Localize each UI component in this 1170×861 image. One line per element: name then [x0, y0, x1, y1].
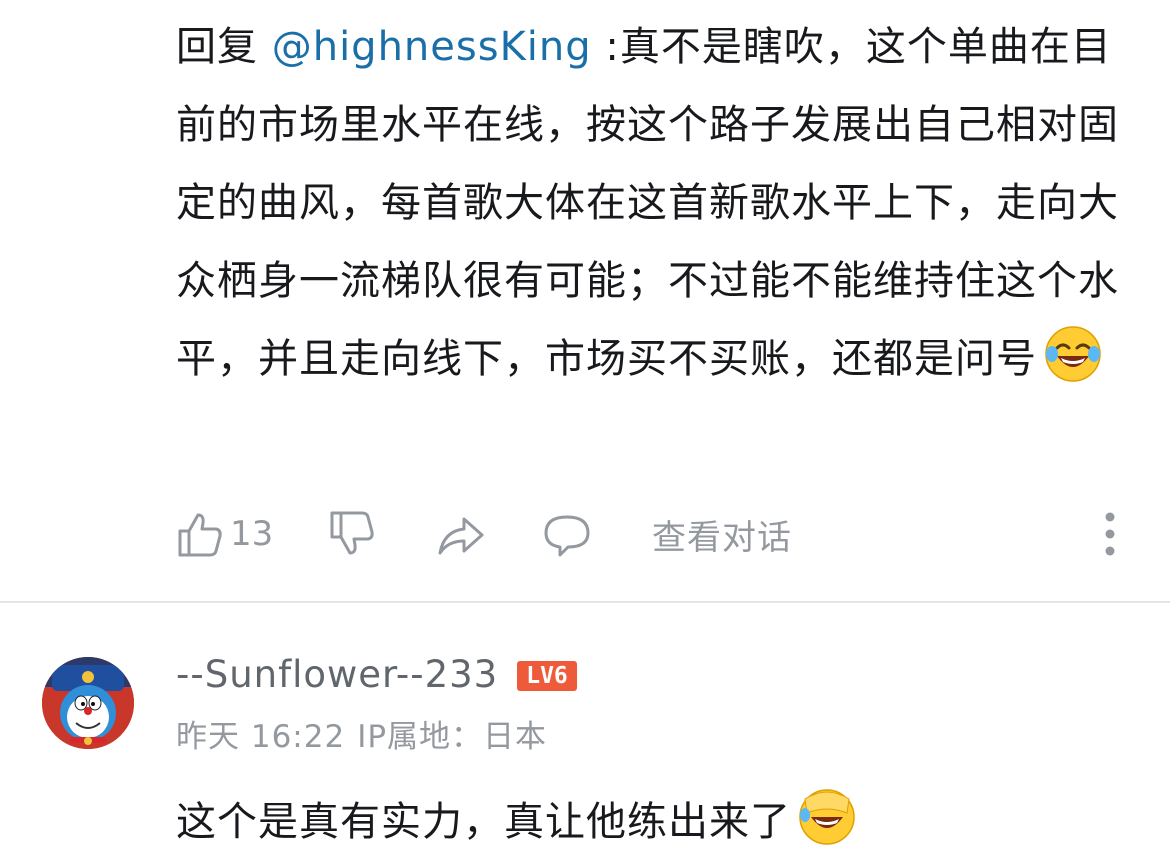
reply-prefix: 回复 [176, 24, 272, 70]
like-button[interactable]: 13 [176, 508, 273, 560]
username[interactable]: --Sunflower--233 [176, 653, 498, 696]
ip-location: IP属地：日本 [357, 719, 548, 755]
laughing-with-tears-emoji [1045, 326, 1101, 382]
more-vertical-icon [1105, 512, 1115, 556]
dislike-button[interactable] [328, 508, 378, 560]
reply-content[interactable]: 回复 @highnessKing :真不是瞎吹，这个单曲在目前的市场里水平在线，… [176, 8, 1136, 398]
view-conversation-label: 查看对话 [652, 517, 792, 558]
avatar[interactable] [42, 657, 134, 749]
comment-meta: 昨天 16:22 IP属地：日本 [176, 711, 559, 756]
reply-button[interactable] [542, 508, 592, 560]
comment-bubble-icon [544, 515, 590, 557]
comment-body: 这个是真有实力，真让他练出来了 [176, 799, 791, 845]
thumbs-down-icon [330, 511, 374, 555]
like-count: 13 [230, 514, 274, 554]
view-conversation-link[interactable]: 查看对话 [652, 508, 792, 560]
mention-link[interactable]: @highnessKing [272, 24, 592, 70]
reply-comment: 回复 @highnessKing :真不是瞎吹，这个单曲在目前的市场里水平在线，… [0, 0, 1170, 602]
comment-item: --Sunflower--233 LV6 昨天 16:22 IP属地：日本 这个是… [0, 603, 1170, 851]
share-button[interactable] [436, 508, 486, 560]
comment-content[interactable]: 这个是真有实力，真让他练出来了 [176, 783, 857, 861]
doraemon-avatar-icon [42, 657, 134, 749]
reply-action-bar: 13 查看对话 [176, 504, 1126, 564]
share-arrow-icon [438, 517, 484, 555]
level-badge: LV6 [517, 661, 577, 691]
reply-body: :真不是瞎吹，这个单曲在目前的市场里水平在线，按这个路子发展出自己相对固定的曲风… [176, 24, 1119, 382]
thumbs-up-icon [178, 513, 222, 557]
comment-date: 昨天 16:22 [176, 719, 346, 755]
face-covering-laugh-emoji [799, 789, 855, 845]
more-options-button[interactable] [1090, 508, 1130, 560]
